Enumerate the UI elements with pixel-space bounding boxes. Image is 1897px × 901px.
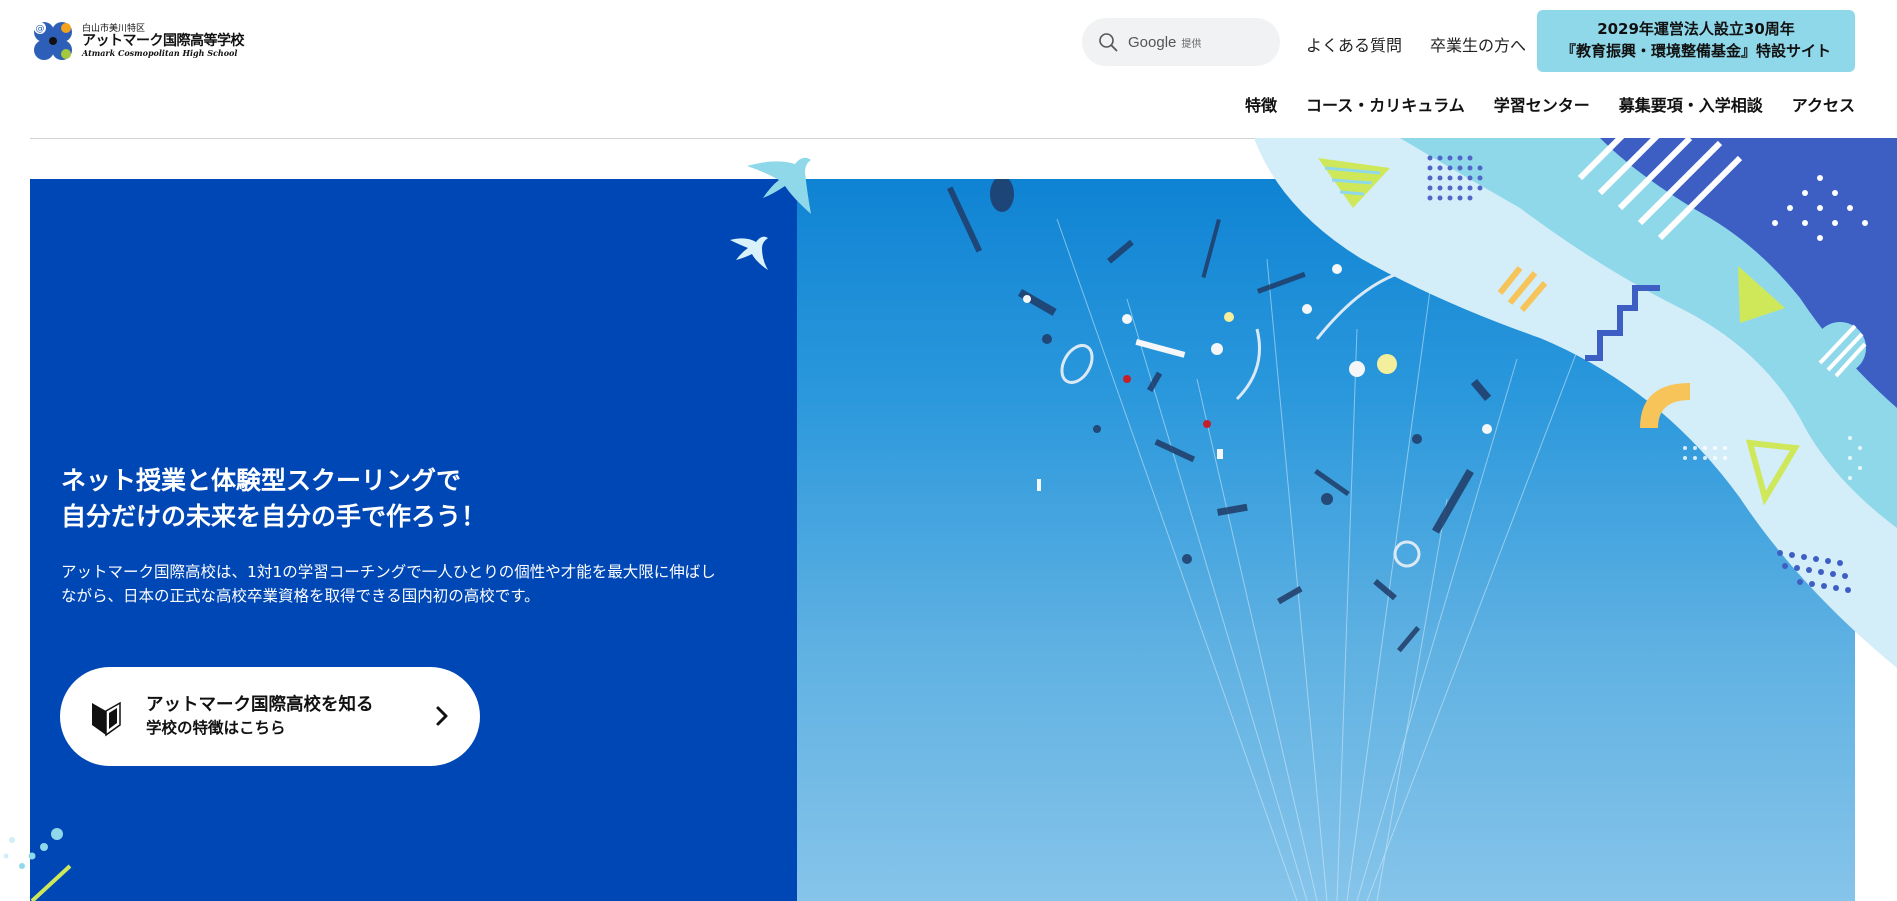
- site-header: @ 白山市美川特区 アットマーク国際高等学校 Atmark Cosmopolit…: [0, 0, 1897, 138]
- school-logo[interactable]: @ 白山市美川特区 アットマーク国際高等学校 Atmark Cosmopolit…: [30, 18, 245, 64]
- special-site-line2: 『教育振興・環境整備基金』特設サイト: [1560, 42, 1831, 60]
- search-brand: Google: [1128, 33, 1177, 51]
- search-icon: [1099, 33, 1118, 52]
- cta-title: アットマーク国際高校を知る: [146, 695, 374, 716]
- cta-subtitle: 学校の特徴はこちら: [146, 718, 286, 737]
- logo-mark-icon: @: [34, 22, 72, 60]
- decorative-dots: [3, 828, 72, 901]
- headline-line1: ネット授業と体験型スクーリングで: [61, 466, 462, 495]
- nav-learning-centers[interactable]: 学習センター: [1494, 92, 1590, 116]
- decorative-shapes: [1254, 138, 1897, 668]
- hero-text-panel: [30, 179, 798, 901]
- search-input[interactable]: Google 提供: [1082, 18, 1280, 66]
- hero-description: アットマーク国際高校は、1対1の学習コーチングで一人ひとりの個性や才能を最大限に…: [61, 560, 771, 609]
- nav-access[interactable]: アクセス: [1792, 92, 1855, 116]
- chevron-right-icon: [436, 706, 448, 726]
- headline-line2: 自分だけの未来を自分の手で作ろう！: [61, 502, 487, 532]
- bird-icon: [747, 157, 811, 214]
- hero-headline: ネット授業と体験型スクーリングで 自分だけの未来を自分の手で作ろう！: [61, 463, 721, 536]
- nav-features[interactable]: 特徴: [1245, 92, 1277, 116]
- learn-about-school-button[interactable]: アットマーク国際高校を知る 学校の特徴はこちら: [60, 667, 480, 766]
- logo-english: Atmark Cosmopolitan High School: [82, 47, 238, 58]
- bird-icon: [730, 236, 768, 270]
- beginner-mark-icon: [92, 701, 121, 736]
- faq-link[interactable]: よくある質問: [1306, 32, 1402, 56]
- graduates-link[interactable]: 卒業生の方へ: [1430, 32, 1526, 56]
- description-line2: ながら、日本の正式な高校卒業資格を取得できる国内初の高校です。: [61, 587, 540, 606]
- search-provided: 提供: [1181, 38, 1202, 50]
- description-line1: アットマーク国際高校は、1対1の学習コーチングで一人ひとりの個性や才能を最大限に…: [61, 563, 716, 581]
- special-site-line1: 2029年運営法人設立30周年: [1597, 20, 1795, 39]
- nav-courses[interactable]: コース・カリキュラム: [1306, 92, 1465, 116]
- nav-admissions[interactable]: 募集要項・入学相談: [1619, 92, 1763, 116]
- svg-text:@: @: [36, 24, 45, 34]
- special-site-button[interactable]: 2029年運営法人設立30周年 『教育振興・環境整備基金』特設サイト: [1537, 10, 1855, 72]
- logo-name: アットマーク国際高等学校: [82, 33, 245, 50]
- global-nav: 特徴 コース・カリキュラム 学習センター 募集要項・入学相談 アクセス: [1245, 92, 1855, 116]
